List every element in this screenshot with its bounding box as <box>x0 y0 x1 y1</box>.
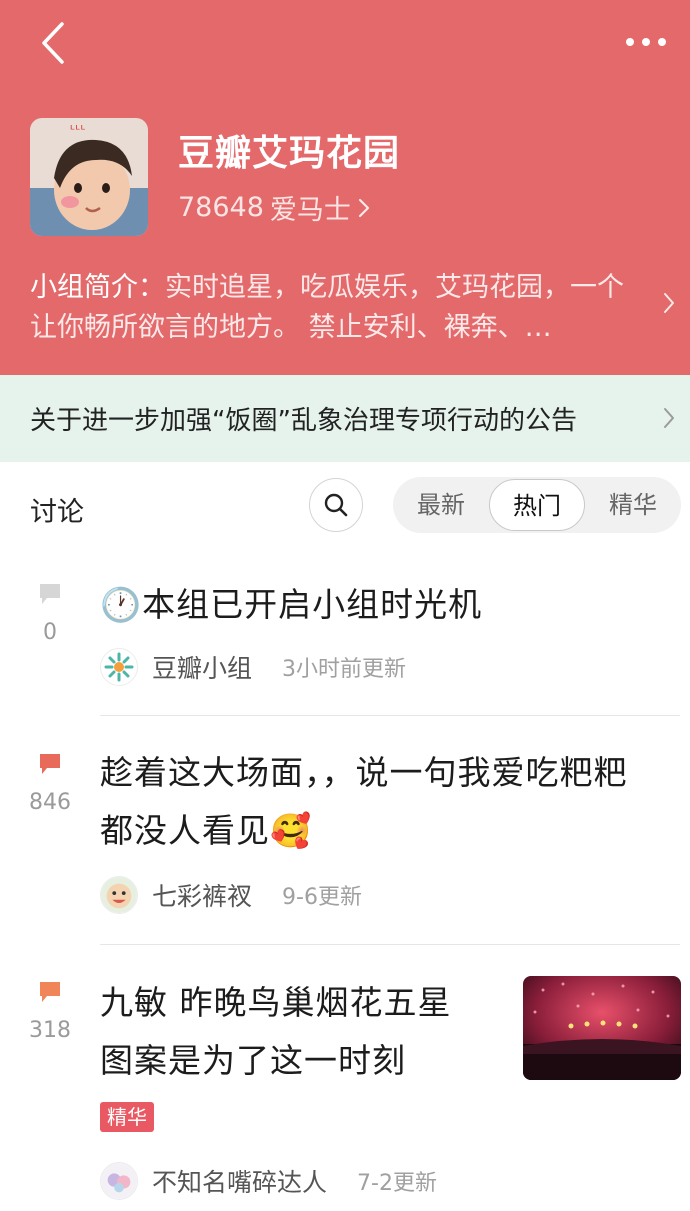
update-time: 7-2更新 <box>357 1171 437 1196</box>
fireworks-image-icon <box>523 976 681 1080</box>
pastel-avatar-icon <box>101 1163 137 1199</box>
search-icon <box>324 493 348 517</box>
more-dots-icon <box>626 38 666 46</box>
member-title: 爱马士 <box>269 195 351 226</box>
post-title: 🕐本组已开启小组时光机 <box>100 585 483 624</box>
post-title-line: 趁着这大场面，，说一句我爱吃粑粑 <box>100 753 628 792</box>
reply-count: 318 <box>29 1018 71 1043</box>
post-title: 九敏 昨晚鸟巢烟花五星 图案是为了这一时刻 <box>100 974 452 1090</box>
back-button[interactable] <box>30 18 80 68</box>
comment-icon <box>40 754 60 774</box>
announcement-text: 关于进一步加强“饭圈”乱象治理专项行动的公告 <box>30 406 577 436</box>
post-title-line: 都没人看见🥰 <box>100 811 313 850</box>
svg-text:ᶫᶫᶫ: ᶫᶫᶫ <box>70 122 86 138</box>
tab-hot[interactable]: 热门 <box>489 479 585 531</box>
divider <box>100 715 680 716</box>
update-time: 3小时前更新 <box>282 657 407 682</box>
author-avatar <box>100 1162 138 1200</box>
chevron-right-icon <box>664 408 674 428</box>
post-title-line: 九敏 昨晚鸟巢烟花五星 <box>100 983 452 1022</box>
update-time: 9-6更新 <box>282 885 362 910</box>
reply-count: 846 <box>29 790 71 815</box>
chevron-left-icon <box>42 22 64 64</box>
chevron-right-icon <box>358 198 370 217</box>
comment-icon <box>40 584 60 604</box>
list-item[interactable]: 846 趁着这大场面，，说一句我爱吃粑粑 都没人看见🥰 七彩裤衩 9-6更新 <box>0 740 690 945</box>
author-name[interactable]: 七彩裤衩 <box>152 877 252 913</box>
search-button[interactable] <box>309 478 363 532</box>
member-count-link[interactable]: 78648 爱马士 <box>178 188 371 227</box>
author-avatar <box>100 876 138 914</box>
member-count: 78648 <box>178 192 264 223</box>
more-options-button[interactable] <box>616 22 676 62</box>
tab-featured[interactable]: 精华 <box>585 477 681 533</box>
author-avatar <box>100 648 138 686</box>
author-name[interactable]: 豆瓣小组 <box>152 649 252 685</box>
group-name: 豆瓣艾玛花园 <box>178 133 401 174</box>
author-row: 豆瓣小组 3小时前更新 <box>100 648 406 686</box>
discussion-label: 讨论 <box>30 497 84 528</box>
post-title: 趁着这大场面，，说一句我爱吃粑粑 都没人看见🥰 <box>100 744 628 860</box>
author-row: 不知名嘴碎达人 7-2更新 <box>100 1162 437 1200</box>
intro-label: 小组简介： <box>30 272 165 303</box>
author-row: 七彩裤衩 9-6更新 <box>100 876 362 914</box>
group-avatar[interactable]: ᶫᶫᶫ <box>30 118 148 236</box>
post-thumbnail[interactable] <box>523 976 681 1080</box>
comment-icon <box>40 982 60 1002</box>
reply-count: 0 <box>43 620 57 645</box>
sort-segmented-control: 最新 热门 精华 <box>393 477 681 533</box>
author-name[interactable]: 不知名嘴碎达人 <box>152 1163 327 1199</box>
featured-badge: 精华 <box>100 1102 154 1132</box>
baby-photo-icon: ᶫᶫᶫ <box>30 118 148 236</box>
announcement-banner[interactable]: 关于进一步加强“饭圈”乱象治理专项行动的公告 <box>0 375 690 462</box>
cartoon-face-icon <box>101 877 137 913</box>
douban-group-logo-icon <box>104 652 134 682</box>
divider <box>100 944 680 945</box>
list-item[interactable]: 0 🕐本组已开启小组时光机 豆瓣小组 3小时前更新 <box>0 570 690 715</box>
post-title-line: 图案是为了这一时刻 <box>100 1041 406 1080</box>
group-header: ᶫᶫᶫ 豆瓣艾玛花园 78648 爱马士 小组简介：实时追星，吃瓜娱乐，艾玛花园… <box>0 0 690 375</box>
tab-latest[interactable]: 最新 <box>393 477 489 533</box>
group-intro[interactable]: 小组简介：实时追星，吃瓜娱乐，艾玛花园，一个让你畅所欲言的地方。 禁止安利、裸奔… <box>30 268 648 348</box>
chevron-right-icon[interactable] <box>662 290 676 316</box>
